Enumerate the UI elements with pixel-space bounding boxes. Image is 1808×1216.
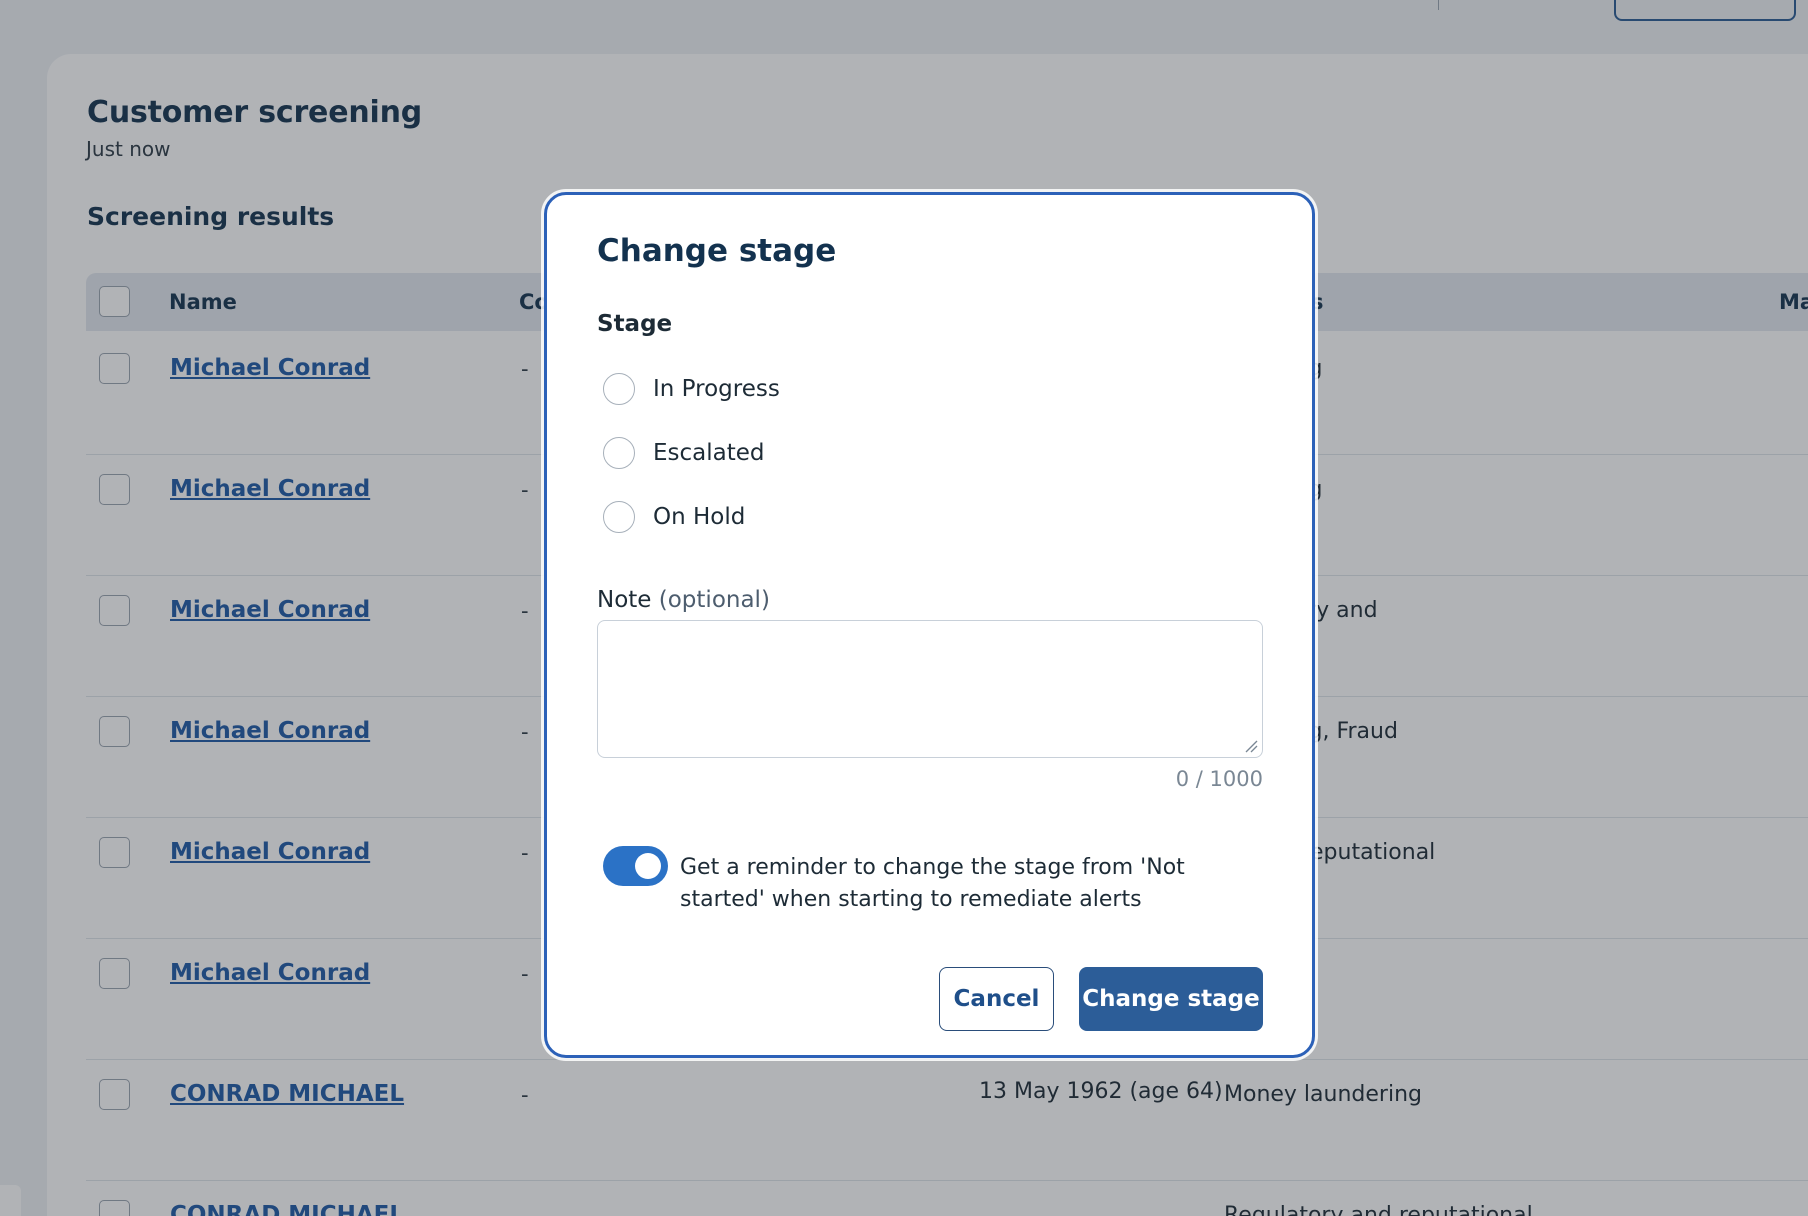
note-optional-hint: (optional) <box>658 587 770 613</box>
cancel-button[interactable]: Cancel <box>939 967 1054 1031</box>
note-label: Note (optional) <box>597 587 770 613</box>
resize-handle-icon[interactable] <box>1244 739 1258 753</box>
radio-label: Escalated <box>653 440 765 466</box>
dialog-title: Change stage <box>597 233 837 269</box>
stage-label: Stage <box>597 311 673 337</box>
radio-label: In Progress <box>653 376 780 402</box>
change-stage-button[interactable]: Change stage <box>1079 967 1263 1031</box>
note-label-text: Note <box>597 587 652 613</box>
radio-label: On Hold <box>653 504 746 530</box>
radio-option-in-progress[interactable]: In Progress <box>603 373 780 405</box>
character-counter: 0 / 1000 <box>1175 767 1263 791</box>
radio-button[interactable] <box>603 437 635 469</box>
toggle-knob <box>635 853 661 879</box>
radio-option-escalated[interactable]: Escalated <box>603 437 765 469</box>
radio-button[interactable] <box>603 373 635 405</box>
reminder-label: Get a reminder to change the stage from … <box>680 855 1185 912</box>
reminder-toggle[interactable] <box>603 846 668 886</box>
note-textarea[interactable] <box>597 620 1263 758</box>
radio-option-on-hold[interactable]: On Hold <box>603 501 745 533</box>
radio-button[interactable] <box>603 501 635 533</box>
